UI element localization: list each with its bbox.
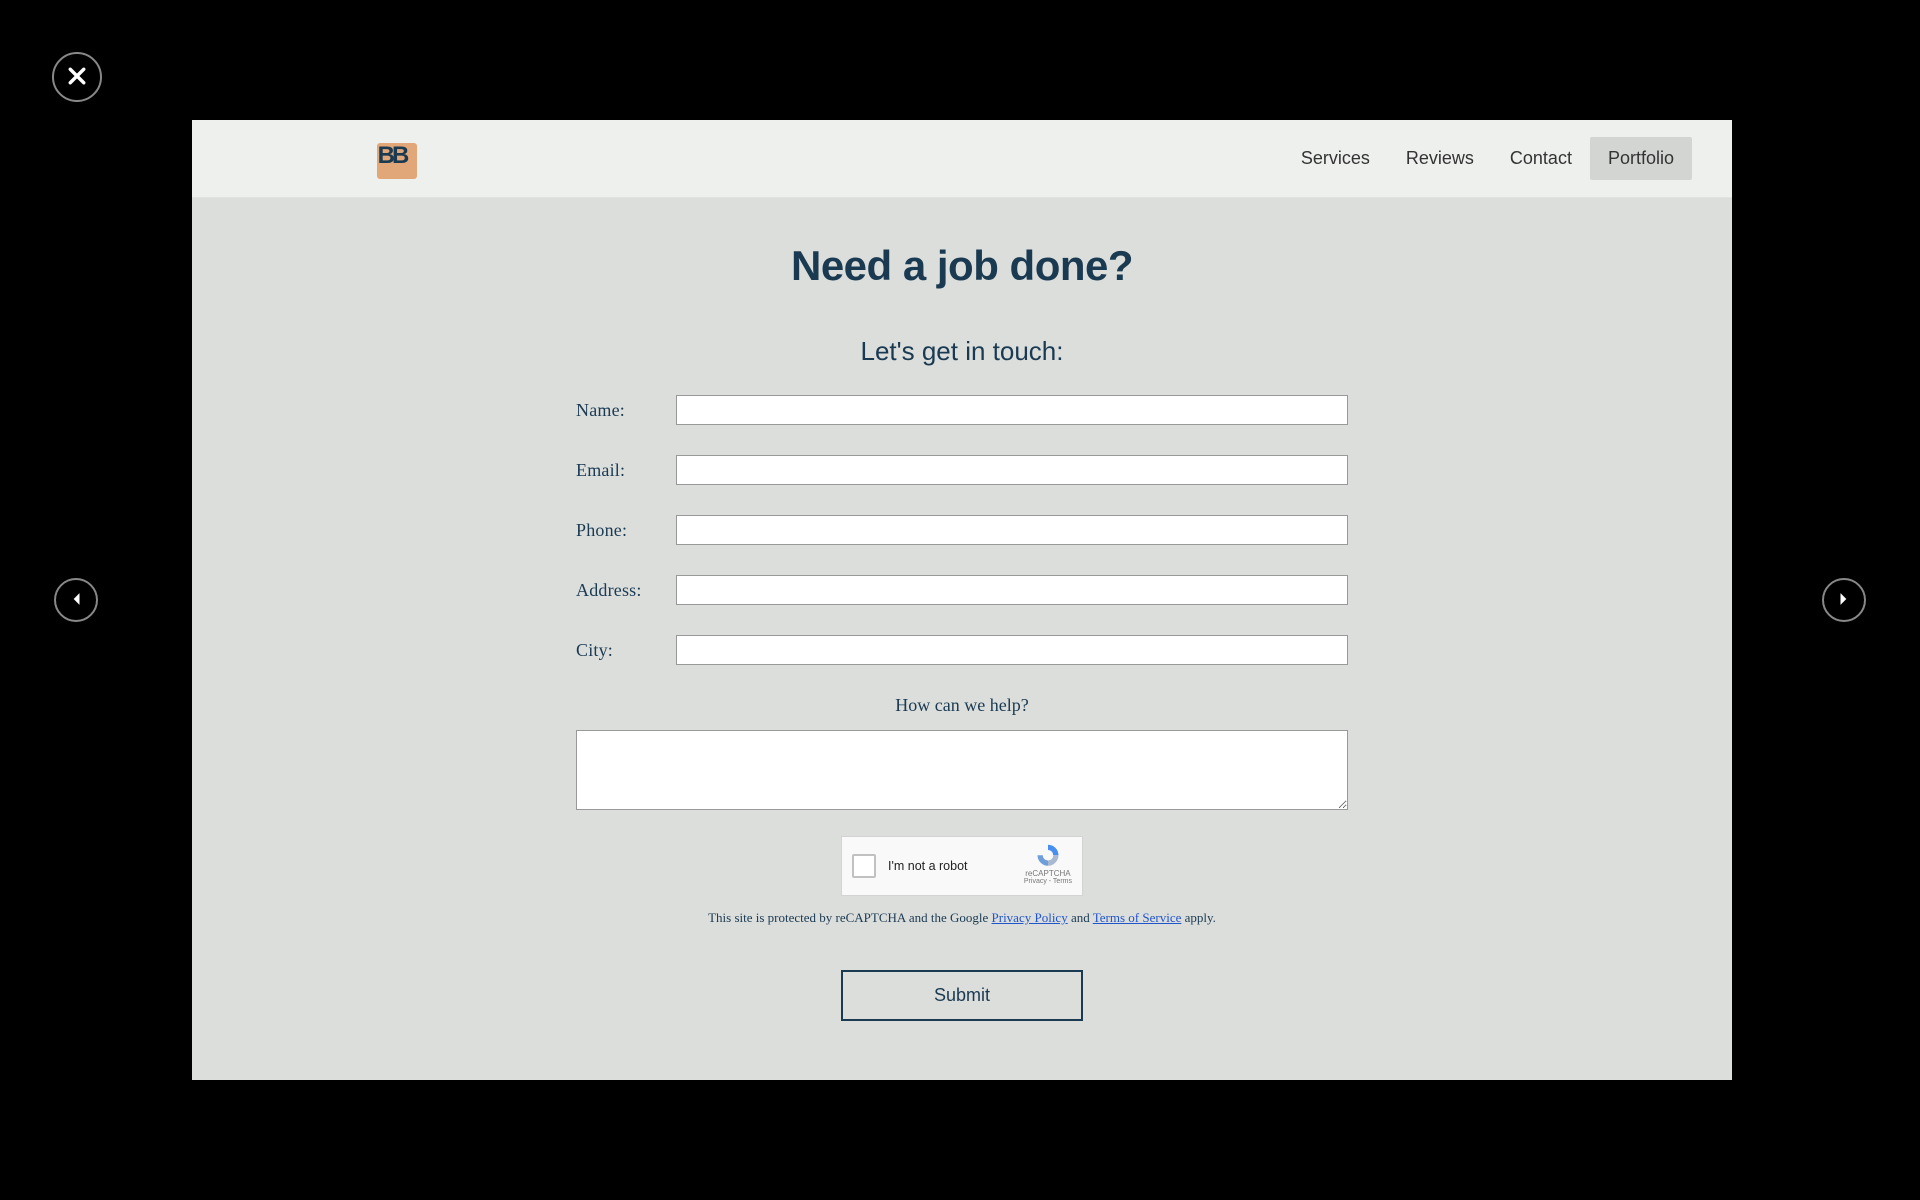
recaptcha-widget: I'm not a robot reCAPTCHA Privacy - Term…: [841, 836, 1083, 896]
recaptcha-icon: [1034, 843, 1062, 867]
name-label: Name:: [576, 400, 676, 421]
privacy-link[interactable]: Privacy Policy: [992, 910, 1068, 925]
recaptcha-brand: reCAPTCHA: [1024, 869, 1072, 878]
content-area: Need a job done? Let's get in touch: Nam…: [192, 198, 1732, 1061]
disclaimer-mid: and: [1068, 910, 1093, 925]
prev-button[interactable]: [54, 578, 98, 622]
nav-link-portfolio[interactable]: Portfolio: [1590, 137, 1692, 180]
logo[interactable]: BB: [372, 138, 418, 180]
recaptcha-label: I'm not a robot: [888, 859, 968, 873]
address-label: Address:: [576, 580, 676, 601]
chevron-right-icon: [1839, 592, 1849, 609]
address-input[interactable]: [676, 575, 1348, 605]
header-bar: BB Services Reviews Contact Portfolio: [192, 120, 1732, 198]
recaptcha-logo: reCAPTCHA Privacy - Terms: [1024, 843, 1072, 885]
close-icon: [68, 67, 86, 88]
nav-link-services[interactable]: Services: [1283, 137, 1388, 180]
phone-input[interactable]: [676, 515, 1348, 545]
name-input[interactable]: [676, 395, 1348, 425]
disclaimer-post: apply.: [1181, 910, 1216, 925]
email-label: Email:: [576, 460, 676, 481]
email-input[interactable]: [676, 455, 1348, 485]
logo-text: BB: [372, 138, 412, 174]
recaptcha-disclaimer: This site is protected by reCAPTCHA and …: [192, 910, 1732, 926]
help-textarea[interactable]: [576, 730, 1348, 810]
page-subheading: Let's get in touch:: [192, 336, 1732, 367]
nav-link-contact[interactable]: Contact: [1492, 137, 1590, 180]
preview-frame: BB Services Reviews Contact Portfolio Ne…: [192, 120, 1732, 1080]
next-button[interactable]: [1822, 578, 1866, 622]
help-label: How can we help?: [192, 695, 1732, 716]
nav-link-reviews[interactable]: Reviews: [1388, 137, 1492, 180]
terms-link[interactable]: Terms of Service: [1093, 910, 1182, 925]
phone-label: Phone:: [576, 520, 676, 541]
page-heading: Need a job done?: [192, 242, 1732, 290]
recaptcha-checkbox[interactable]: [852, 854, 876, 878]
city-label: City:: [576, 640, 676, 661]
recaptcha-links: Privacy - Terms: [1024, 878, 1072, 885]
nav-links: Services Reviews Contact Portfolio: [1283, 137, 1692, 180]
city-input[interactable]: [676, 635, 1348, 665]
disclaimer-pre: This site is protected by reCAPTCHA and …: [708, 910, 991, 925]
submit-button[interactable]: Submit: [841, 970, 1083, 1021]
close-button[interactable]: [52, 52, 102, 102]
chevron-left-icon: [71, 592, 81, 609]
